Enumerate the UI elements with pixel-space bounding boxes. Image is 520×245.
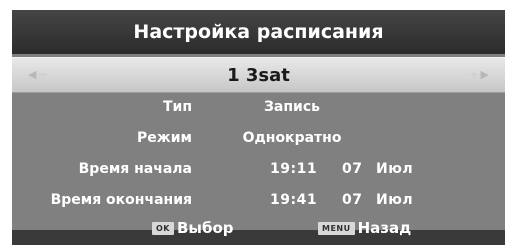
arrow-right-icon[interactable]: + ▶ xyxy=(469,68,489,81)
start-time[interactable]: 19:11 xyxy=(270,161,342,177)
field-start-row[interactable]: Время начала 19:11 07 Июл xyxy=(12,154,505,185)
footer-bar xyxy=(12,230,505,245)
field-end-value[interactable]: 19:41 07 Июл xyxy=(270,192,413,208)
dialog-title: Настройка расписания xyxy=(12,10,505,54)
field-end-label: Время окончания xyxy=(50,192,192,208)
end-time[interactable]: 19:41 xyxy=(270,192,342,208)
schedule-dialog: Настройка расписания ◀ 1 3sat + ▶ Тип Зап… xyxy=(12,10,505,245)
end-month[interactable]: Июл xyxy=(376,192,413,208)
field-type-value[interactable]: Запись xyxy=(264,99,320,115)
arrow-left-icon[interactable]: ◀ xyxy=(28,68,49,81)
ok-key-icon: OK xyxy=(152,221,174,235)
select-label: Выбор xyxy=(177,219,234,237)
field-start-label: Время начала xyxy=(78,161,192,177)
field-start-value[interactable]: 19:11 07 Июл xyxy=(270,161,413,177)
channel-name: 1 3sat xyxy=(227,64,290,86)
field-end-row[interactable]: Время окончания 19:41 07 Июл xyxy=(12,185,505,216)
field-type-label: Тип xyxy=(162,99,192,115)
start-month[interactable]: Июл xyxy=(376,161,413,177)
settings-list: Тип Запись Режим Однократно Время начала… xyxy=(12,92,505,216)
back-label: Назад xyxy=(357,219,412,237)
end-day[interactable]: 07 xyxy=(342,192,376,208)
field-type-row[interactable]: Тип Запись xyxy=(12,92,505,123)
menu-key-icon: MENU xyxy=(318,221,355,235)
field-mode-row[interactable]: Режим Однократно xyxy=(12,123,505,154)
start-day[interactable]: 07 xyxy=(342,161,376,177)
field-mode-value[interactable]: Однократно xyxy=(243,130,342,146)
channel-selector[interactable]: ◀ 1 3sat + ▶ xyxy=(12,57,505,93)
field-mode-label: Режим xyxy=(137,130,192,146)
select-hint[interactable]: OK Выбор xyxy=(152,219,234,237)
back-hint[interactable]: MENU Назад xyxy=(318,219,411,237)
